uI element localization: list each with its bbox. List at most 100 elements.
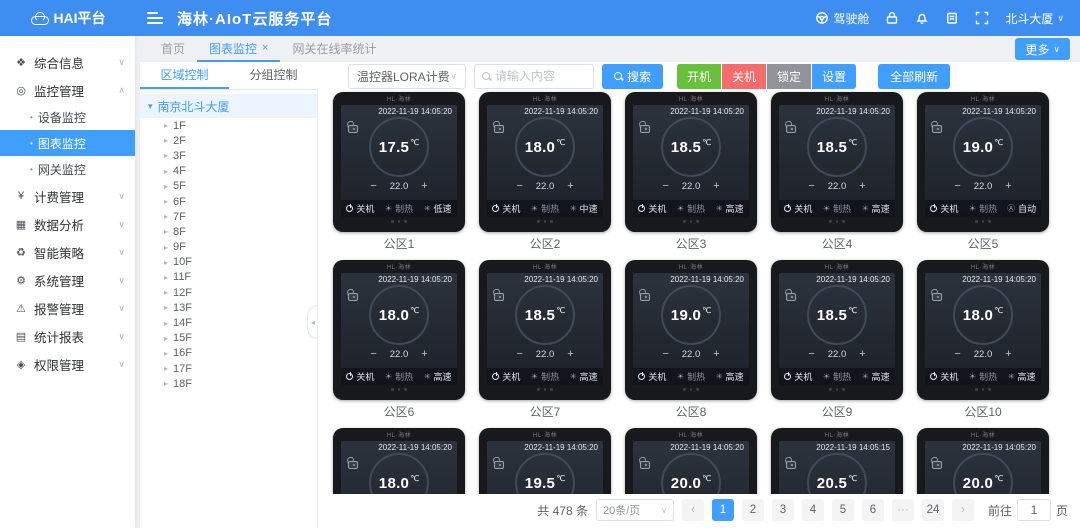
search-button[interactable]: 搜索: [602, 64, 663, 89]
sidebar-item[interactable]: ⚙系统管理∨: [0, 266, 135, 294]
settings-button[interactable]: 设置: [812, 64, 856, 89]
thermostat-device[interactable]: HL·海林 2022-11-19 14:05:20 18.5 ℃ − 22.0 …: [625, 92, 757, 232]
temp-increase-button[interactable]: +: [567, 180, 573, 192]
temp-increase-button[interactable]: +: [1005, 348, 1011, 360]
fan-speed-status[interactable]: ✳低速: [418, 202, 457, 215]
page-button[interactable]: 1: [712, 499, 734, 521]
thermostat-device[interactable]: HL·海林 2022-11-19 14:05:20 19.5 ℃: [479, 428, 611, 494]
heat-mode-status[interactable]: ☀制热: [672, 370, 711, 383]
thermostat-device[interactable]: HL·海林 2022-11-19 14:05:15 20.5 ℃: [771, 428, 903, 494]
clipboard-icon[interactable]: [945, 11, 959, 25]
heat-mode-status[interactable]: ☀制热: [964, 202, 1003, 215]
thermostat-device[interactable]: HL·海林 2022-11-19 14:05:20 18.0 ℃ − 22.0 …: [917, 260, 1049, 400]
tree-floor-node[interactable]: ▸14F: [140, 315, 317, 330]
thermostat-device[interactable]: HL·海林 2022-11-19 14:05:20 19.0 ℃ − 22.0 …: [625, 260, 757, 400]
fan-speed-status[interactable]: ✳高速: [1002, 370, 1041, 383]
temp-decrease-button[interactable]: −: [662, 348, 668, 360]
temp-decrease-button[interactable]: −: [954, 348, 960, 360]
thermostat-device[interactable]: HL·海林 2022-11-19 14:05:20 18.5 ℃ − 22.0 …: [771, 92, 903, 232]
lock-icon[interactable]: [885, 11, 899, 25]
temp-increase-button[interactable]: +: [713, 180, 719, 192]
power-status[interactable]: 关机: [341, 370, 380, 383]
power-status[interactable]: 关机: [487, 202, 526, 215]
temp-decrease-button[interactable]: −: [516, 180, 522, 192]
page-button[interactable]: 5: [832, 499, 854, 521]
sidebar-item[interactable]: ❖综合信息∨: [0, 48, 135, 76]
cockpit-link[interactable]: 驾驶舱: [815, 10, 869, 27]
tree-floor-node[interactable]: ▸17F: [140, 361, 317, 376]
temp-decrease-button[interactable]: −: [370, 180, 376, 192]
temp-decrease-button[interactable]: −: [370, 348, 376, 360]
page-size-select[interactable]: 20条/页 ∨: [596, 499, 674, 521]
bell-icon[interactable]: [915, 11, 929, 25]
subtab[interactable]: 分组控制: [229, 62, 318, 89]
page-button[interactable]: 2: [742, 499, 764, 521]
tree-floor-node[interactable]: ▸2F: [140, 133, 317, 148]
tree-root-node[interactable]: ▾ 南京北斗大厦: [140, 94, 317, 118]
sidebar-item[interactable]: ♻智能策略∨: [0, 238, 135, 266]
heat-mode-status[interactable]: ☀制热: [526, 202, 565, 215]
tree-floor-node[interactable]: ▸3F: [140, 148, 317, 163]
power-status[interactable]: 关机: [925, 370, 964, 383]
temp-increase-button[interactable]: +: [421, 348, 427, 360]
tree-floor-node[interactable]: ▸18F: [140, 376, 317, 391]
goto-page-input[interactable]: [1017, 499, 1051, 521]
open-tab[interactable]: 图表监控×: [197, 36, 280, 62]
fan-speed-status[interactable]: ✳高速: [418, 370, 457, 383]
heat-mode-status[interactable]: ☀制热: [964, 370, 1003, 383]
fan-speed-status[interactable]: ✳中速: [564, 202, 603, 215]
fan-speed-status[interactable]: ✳高速: [856, 202, 895, 215]
open-tab[interactable]: 网关在线率统计: [280, 36, 388, 62]
fan-speed-status[interactable]: Ⓐ自动: [1002, 202, 1041, 215]
fan-speed-status[interactable]: ✳高速: [710, 202, 749, 215]
tree-floor-node[interactable]: ▸4F: [140, 164, 317, 179]
fan-speed-status[interactable]: ✳高速: [710, 370, 749, 383]
sidebar-subitem[interactable]: •网关监控: [0, 156, 135, 182]
page-button[interactable]: 24: [922, 499, 944, 521]
subtab[interactable]: 区域控制: [140, 62, 229, 89]
next-page-button[interactable]: ›: [952, 499, 974, 521]
heat-mode-status[interactable]: ☀制热: [380, 202, 419, 215]
collapse-menu-icon[interactable]: [147, 12, 163, 24]
tree-floor-node[interactable]: ▸13F: [140, 300, 317, 315]
tree-floor-node[interactable]: ▸1F: [140, 118, 317, 133]
thermostat-device[interactable]: HL·海林 2022-11-19 14:05:20 20.0 ℃: [625, 428, 757, 494]
sidebar-subitem[interactable]: •设备监控: [0, 104, 135, 130]
power-status[interactable]: 关机: [487, 370, 526, 383]
site-selector[interactable]: 北斗大厦 ∨: [1005, 10, 1064, 27]
tree-collapse-handle[interactable]: ◂: [307, 305, 318, 339]
tree-floor-node[interactable]: ▸16F: [140, 346, 317, 361]
sidebar-item[interactable]: ◎监控管理∧: [0, 76, 135, 104]
page-button[interactable]: 3: [772, 499, 794, 521]
heat-mode-status[interactable]: ☀制热: [818, 370, 857, 383]
temp-decrease-button[interactable]: −: [662, 180, 668, 192]
fullscreen-icon[interactable]: [975, 11, 989, 25]
page-button[interactable]: 4: [802, 499, 824, 521]
temp-decrease-button[interactable]: −: [516, 348, 522, 360]
temp-decrease-button[interactable]: −: [808, 348, 814, 360]
power-on-button[interactable]: 开机: [677, 64, 721, 89]
power-status[interactable]: 关机: [779, 370, 818, 383]
heat-mode-status[interactable]: ☀制热: [818, 202, 857, 215]
power-status[interactable]: 关机: [925, 202, 964, 215]
temp-increase-button[interactable]: +: [567, 348, 573, 360]
open-tab[interactable]: 首页: [149, 36, 197, 62]
thermostat-device[interactable]: HL·海林 2022-11-19 14:05:20 18.5 ℃ − 22.0 …: [771, 260, 903, 400]
page-ellipsis[interactable]: ···: [892, 499, 914, 521]
temp-increase-button[interactable]: +: [1005, 180, 1011, 192]
thermostat-device[interactable]: HL·海林 2022-11-19 14:05:20 18.5 ℃ − 22.0 …: [479, 260, 611, 400]
close-tab-icon[interactable]: ×: [262, 43, 268, 54]
tree-floor-node[interactable]: ▸7F: [140, 209, 317, 224]
heat-mode-status[interactable]: ☀制热: [526, 370, 565, 383]
tree-floor-node[interactable]: ▸12F: [140, 285, 317, 300]
sidebar-subitem[interactable]: •图表监控: [0, 130, 135, 156]
tree-floor-node[interactable]: ▸15F: [140, 331, 317, 346]
thermostat-device[interactable]: HL·海林 2022-11-19 14:05:20 17.5 ℃ − 22.0 …: [333, 92, 465, 232]
power-off-button[interactable]: 关机: [722, 64, 766, 89]
fan-speed-status[interactable]: ✳高速: [564, 370, 603, 383]
sidebar-item[interactable]: ▦数据分析∨: [0, 210, 135, 238]
tree-floor-node[interactable]: ▸11F: [140, 270, 317, 285]
tree-floor-node[interactable]: ▸6F: [140, 194, 317, 209]
sidebar-item[interactable]: ◈权限管理∨: [0, 350, 135, 378]
device-type-select[interactable]: 温控器LORA计费 ∨: [348, 64, 466, 89]
